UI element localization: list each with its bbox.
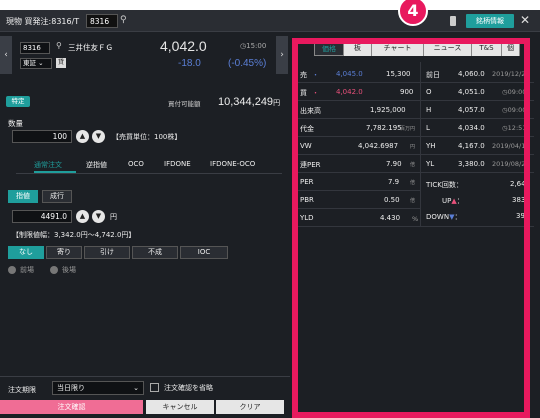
condition-funari-button[interactable]: 不成: [132, 246, 178, 259]
phone-icon[interactable]: [450, 16, 456, 26]
tab-ifdone-oco[interactable]: IFDONE-OCO: [210, 160, 255, 168]
price-limit-range: 【制限値幅：3,342.0円〜4,742.0円】: [12, 231, 136, 239]
condition-ioc-button[interactable]: IOC: [180, 246, 228, 259]
order-confirm-button[interactable]: 注文確認: [0, 400, 143, 414]
tab-ifdone[interactable]: IFDONE: [164, 160, 191, 168]
period-select[interactable]: 当日限り ⌄: [52, 381, 144, 395]
active-tab-indicator: [34, 171, 76, 173]
session-pm-radio[interactable]: [50, 266, 58, 274]
stock-code-field[interactable]: 8316: [20, 42, 50, 54]
period-value: 当日限り: [57, 384, 85, 392]
next-stock-button[interactable]: ›: [276, 36, 288, 74]
price-time: ◷15:00: [240, 42, 266, 50]
quantity-input[interactable]: 100: [12, 130, 72, 143]
trade-unit-text: 【売買単位：100株】: [112, 133, 182, 141]
condition-close-button[interactable]: 引け: [84, 246, 130, 259]
chevron-down-icon: ⌄: [133, 384, 139, 392]
market-order-button[interactable]: 成行: [42, 190, 72, 203]
market-value: 東証: [23, 59, 36, 67]
cancel-button[interactable]: キャンセル: [146, 400, 214, 414]
session-pm-label: 後場: [62, 266, 76, 274]
buy-power-amount: 10,344,249: [218, 96, 274, 108]
session-am-radio[interactable]: [8, 266, 16, 274]
price-change-pct: (-0.45%): [228, 58, 267, 69]
price-down-button[interactable]: ▼: [92, 210, 105, 223]
market-select[interactable]: 東証 ⌄: [20, 58, 52, 69]
quantity-label: 数量: [8, 119, 23, 128]
window-title: 現物 買発注:8316/T: [6, 17, 80, 26]
prev-stock-button[interactable]: ‹: [0, 36, 12, 74]
order-footer: 注文期限 当日限り ⌄ 注文確認を省略 注文確認 キャンセル クリア: [0, 376, 290, 418]
buy-power-value: 10,344,249円: [218, 96, 280, 108]
title-bar: 現物 買発注:8316/T ⚲ 銘柄情報 ✕: [0, 10, 540, 32]
price-input[interactable]: 4491.0: [12, 210, 72, 223]
price-up-button[interactable]: ▲: [76, 210, 89, 223]
search-icon[interactable]: ⚲: [120, 15, 127, 25]
order-panel: ‹ 8316 ⚲ 三井住友ＦＧ 東証 ⌄ 貸 4,042.0 ◷15:00 -1…: [0, 32, 290, 418]
account-row: 特定 買付可能額 10,344,249円: [6, 96, 286, 112]
lend-badge: 貸: [56, 58, 66, 68]
highlight-frame: [292, 38, 530, 418]
price-change: -18.0: [178, 58, 201, 69]
buy-power-label: 買付可能額: [168, 100, 201, 108]
limit-order-button[interactable]: 指値: [8, 190, 38, 203]
tab-oco[interactable]: OCO: [128, 160, 144, 168]
tab-normal-order[interactable]: 通常注文: [34, 160, 62, 170]
quantity-down-button[interactable]: ▼: [92, 130, 105, 143]
account-type-badge: 特定: [6, 96, 30, 107]
condition-none-button[interactable]: なし: [8, 246, 44, 259]
order-window: 現物 買発注:8316/T ⚲ 銘柄情報 ✕ ‹ 8316 ⚲ 三井住友ＦＧ 東…: [0, 10, 540, 418]
stock-header: ‹ 8316 ⚲ 三井住友ＦＧ 東証 ⌄ 貸 4,042.0 ◷15:00 -1…: [0, 36, 290, 74]
price-time-value: 15:00: [246, 42, 267, 50]
clear-button[interactable]: クリア: [216, 400, 284, 414]
order-type-tabs: 通常注文 逆指値 OCO IFDONE IFDONE-OCO: [16, 156, 282, 174]
period-label: 注文期限: [8, 386, 36, 394]
current-price: 4,042.0: [160, 38, 207, 54]
stock-code-input[interactable]: [86, 14, 118, 28]
session-am-label: 前場: [20, 266, 34, 274]
skip-confirm-label: 注文確認を省略: [164, 384, 213, 392]
quantity-up-button[interactable]: ▲: [76, 130, 89, 143]
price-unit: 円: [110, 213, 117, 221]
stock-search-icon[interactable]: ⚲: [56, 41, 62, 50]
close-icon[interactable]: ✕: [520, 13, 530, 27]
stock-name: 三井住友ＦＧ: [68, 43, 113, 52]
tab-stop-order[interactable]: 逆指値: [86, 160, 107, 170]
skip-confirm-checkbox[interactable]: [150, 383, 159, 392]
buy-power-unit: 円: [273, 100, 281, 107]
stock-info-button[interactable]: 銘柄情報: [466, 14, 514, 28]
condition-open-button[interactable]: 寄り: [46, 246, 82, 259]
